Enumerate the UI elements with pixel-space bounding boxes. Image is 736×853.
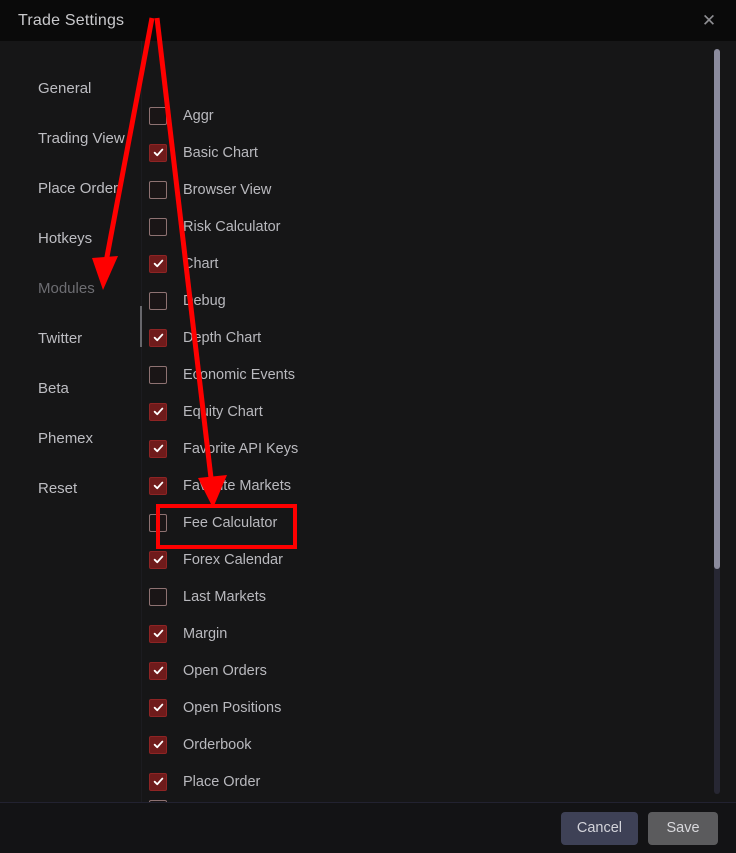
module-row[interactable]: Favorite API Keys [149, 430, 736, 467]
modules-scrollbar[interactable] [714, 49, 720, 794]
sidebar-item-hotkeys[interactable]: Hotkeys [0, 213, 141, 263]
sidebar-item-label: Reset [38, 479, 78, 497]
module-label: Depth Chart [183, 329, 262, 346]
module-row[interactable]: Last Markets [149, 578, 736, 615]
module-row[interactable]: Debug [149, 282, 736, 319]
checkbox-checked-icon[interactable] [149, 624, 167, 643]
checkbox-checked-icon[interactable] [149, 254, 167, 273]
checkbox-checked-icon[interactable] [149, 439, 167, 458]
module-label: Chart [183, 255, 219, 272]
checkbox-unchecked-icon[interactable] [149, 800, 167, 802]
module-label: Browser View [183, 181, 272, 198]
dialog-footer: Cancel Save [0, 802, 736, 853]
sidebar-item-general[interactable]: General [0, 63, 141, 113]
checkbox-unchecked-icon[interactable] [149, 106, 167, 125]
cancel-button[interactable]: Cancel [560, 811, 638, 845]
sidebar-item-label: General [38, 79, 92, 97]
checkbox-checked-icon[interactable] [149, 476, 167, 495]
module-row[interactable]: Browser View [149, 171, 736, 208]
sidebar-item-label: Twitter [38, 329, 83, 347]
checkbox-checked-icon[interactable] [149, 698, 167, 717]
sidebar-item-label: Beta [38, 379, 69, 397]
checkbox-checked-icon[interactable] [149, 735, 167, 754]
sidebar-item-twitter[interactable]: Twitter [0, 313, 141, 363]
module-row[interactable]: Chart [149, 245, 736, 282]
dialog-title: Trade Settings [18, 11, 125, 29]
dialog-body: General Trading View Place Order Hotkeys Mod… [0, 41, 736, 802]
sidebar-item-place-order[interactable]: Place Order [0, 163, 141, 213]
module-row[interactable]: Risk Calculator [149, 208, 736, 245]
sidebar-item-label: Phemex [38, 429, 94, 447]
module-row[interactable]: Open Orders [149, 652, 736, 689]
module-label: Favorite Markets [183, 477, 291, 494]
module-row-partial[interactable] [149, 800, 736, 802]
module-row[interactable]: Fee Calculator [149, 504, 736, 541]
scrollbar-thumb[interactable] [714, 49, 720, 569]
module-label: Fee Calculator [183, 514, 278, 531]
module-label: Last Markets [183, 588, 266, 605]
checkbox-unchecked-icon[interactable] [149, 365, 167, 384]
checkbox-unchecked-icon[interactable] [149, 587, 167, 606]
module-label: Forex Calendar [183, 551, 283, 568]
module-row[interactable]: Favorite Markets [149, 467, 736, 504]
modules-panel: Aggr Basic Chart Browser View Risk Calculat… [142, 41, 736, 802]
checkbox-unchecked-icon[interactable] [149, 217, 167, 236]
module-row[interactable]: Forex Calendar [149, 541, 736, 578]
module-row[interactable]: Place Order [149, 763, 736, 800]
module-label: Place Order [183, 773, 261, 790]
save-button[interactable]: Save [648, 811, 718, 845]
sidebar-item-phemex[interactable]: Phemex [0, 413, 141, 463]
checkbox-checked-icon[interactable] [149, 402, 167, 421]
sidebar-item-label: Modules [38, 279, 95, 297]
module-label: Basic Chart [183, 144, 258, 161]
dialog-titlebar: Trade Settings ✕ [0, 0, 736, 41]
module-label: Open Orders [183, 662, 267, 679]
module-label: Equity Chart [183, 403, 263, 420]
module-row[interactable]: Open Positions [149, 689, 736, 726]
module-label: Favorite API Keys [183, 440, 299, 457]
checkbox-checked-icon[interactable] [149, 143, 167, 162]
module-row[interactable]: Aggr [149, 97, 736, 134]
sidebar-item-beta[interactable]: Beta [0, 363, 141, 413]
module-label: Aggr [183, 107, 214, 124]
module-row[interactable]: Depth Chart [149, 319, 736, 356]
sidebar-item-reset[interactable]: Reset [0, 463, 141, 513]
sidebar-item-label: Place Order [38, 179, 119, 197]
sidebar-item-label: Hotkeys [38, 229, 93, 247]
module-label: Orderbook [183, 736, 252, 753]
sidebar-item-label: Trading View [38, 129, 125, 147]
module-row[interactable]: Margin [149, 615, 736, 652]
checkbox-unchecked-icon[interactable] [149, 513, 167, 532]
checkbox-checked-icon[interactable] [149, 328, 167, 347]
module-row[interactable]: Equity Chart [149, 393, 736, 430]
module-row[interactable]: Orderbook [149, 726, 736, 763]
checkbox-checked-icon[interactable] [149, 550, 167, 569]
trade-settings-dialog: Trade Settings ✕ General Trading View Plac… [0, 0, 736, 853]
checkbox-unchecked-icon[interactable] [149, 180, 167, 199]
settings-sidebar: General Trading View Place Order Hotkeys Mod… [0, 41, 142, 802]
module-label: Open Positions [183, 699, 282, 716]
close-icon[interactable]: ✕ [696, 8, 722, 34]
module-row[interactable]: Basic Chart [149, 134, 736, 171]
module-label: Debug [183, 292, 226, 309]
module-label: Economic Events [183, 366, 296, 383]
checkbox-checked-icon[interactable] [149, 772, 167, 791]
sidebar-item-modules[interactable]: Modules [0, 263, 141, 313]
module-label: Margin [183, 625, 228, 642]
module-row[interactable]: Economic Events [149, 356, 736, 393]
sidebar-item-trading-view[interactable]: Trading View [0, 113, 141, 163]
checkbox-unchecked-icon[interactable] [149, 291, 167, 310]
checkbox-checked-icon[interactable] [149, 661, 167, 680]
module-label: Risk Calculator [183, 218, 281, 235]
modules-checkbox-list: Aggr Basic Chart Browser View Risk Calculat… [142, 97, 736, 802]
